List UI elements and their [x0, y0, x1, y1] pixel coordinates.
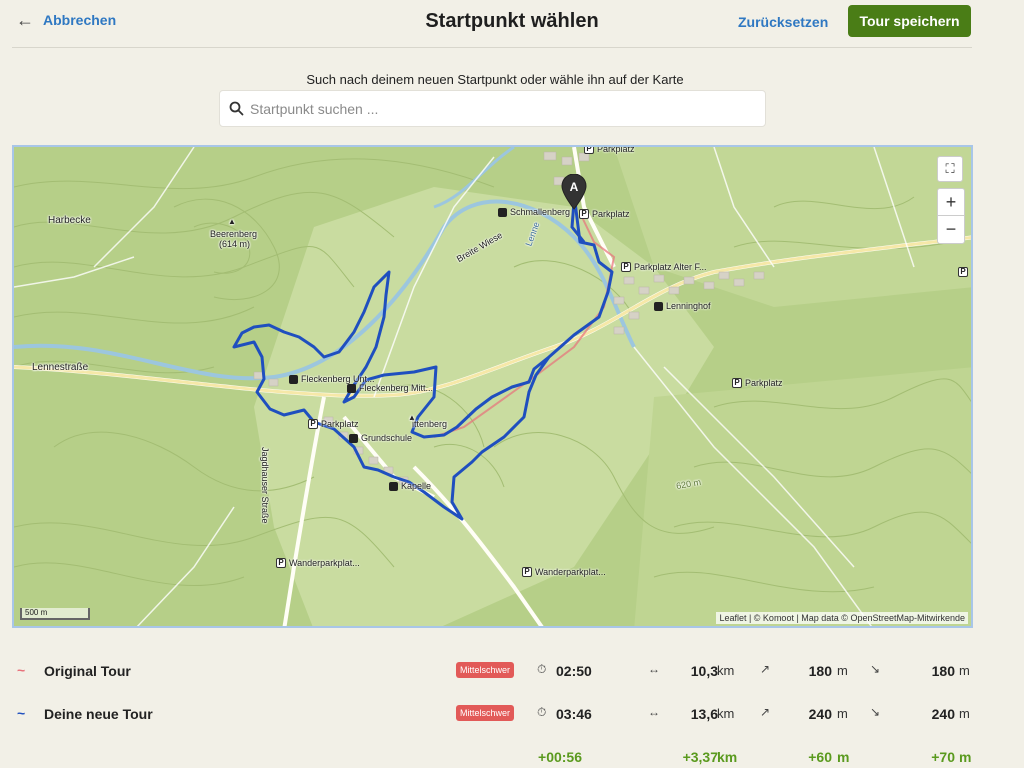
descent-unit: m — [959, 706, 970, 721]
header: ← Abbrechen Startpunkt wählen Zurücksetz… — [0, 0, 1024, 48]
parking-icon: P — [276, 558, 286, 568]
descent-delta: +70 — [931, 749, 955, 765]
bus-stop-icon — [289, 374, 298, 384]
search-instruction: Such nach deinem neuen Startpunkt oder w… — [306, 72, 684, 87]
tour-row-new: ~ Deine neue Tour Mittelschwer ⏱ 03:46 ↔… — [0, 702, 1024, 726]
fullscreen-icon: ⛶ — [945, 161, 955, 176]
ascent-delta: +60 — [808, 749, 832, 765]
map-tiles — [14, 147, 971, 626]
duration-value: 03:46 — [556, 706, 592, 722]
poi-fleckenberg-mitt[interactable]: Fleckenberg Mitt... — [347, 383, 433, 393]
reset-button[interactable]: Zurücksetzen — [738, 14, 828, 30]
distance-value: 13,6 — [690, 706, 718, 722]
map-label-beerenberg-elev: (614 m) — [219, 239, 251, 249]
ascent-value: 240 — [808, 706, 832, 722]
poi-lenninghof[interactable]: Lenninghof — [654, 301, 711, 311]
distance-delta: +3,37 — [682, 749, 718, 765]
zoom-control: + − — [937, 188, 965, 244]
tour-name: Original Tour — [44, 663, 131, 679]
poi-wanderparkplatz-1[interactable]: P Wanderparkplat... — [276, 558, 360, 568]
stopwatch-icon: ⏱ — [537, 662, 547, 676]
poi-schmallenberg[interactable]: Schmallenberg — [498, 207, 570, 217]
arrow-up-right-icon: ↗ — [760, 662, 771, 676]
start-marker-label: A — [570, 180, 579, 194]
map-label-beerenberg: Beerenberg — [210, 229, 258, 239]
poi-parkplatz-alter[interactable]: P Parkplatz Alter F... — [621, 262, 707, 272]
descent-delta-unit: m — [959, 749, 972, 765]
original-tour-line-icon: ~ — [17, 662, 26, 678]
distance-unit: km — [717, 663, 735, 678]
parking-icon: P — [584, 147, 594, 154]
duration-value: 02:50 — [556, 663, 592, 679]
map-label-lennestrasse: Lennestraße — [32, 362, 89, 373]
horizontal-arrows-icon: ↔ — [648, 705, 660, 719]
descent-unit: m — [959, 663, 970, 678]
tour-row-original: ~ Original Tour Mittelschwer ⏱ 02:50 ↔ 1… — [0, 659, 1024, 683]
poi-parkplatz-a[interactable]: P Parkplatz — [579, 209, 630, 219]
ascent-unit: m — [837, 663, 848, 678]
stopwatch-icon: ⏱ — [537, 705, 547, 719]
difficulty-badge: Mittelschwer — [456, 705, 515, 721]
save-tour-button[interactable]: Tour speichern — [848, 5, 971, 37]
bus-stop-icon — [654, 301, 663, 311]
mountain-icon: ▲ — [228, 217, 236, 226]
parking-icon: P — [308, 419, 318, 429]
poi-kapelle[interactable]: Kapelle — [389, 481, 431, 491]
horizontal-arrows-icon: ↔ — [648, 662, 660, 676]
search-box — [219, 90, 766, 127]
arrow-down-right-icon: ↘ — [870, 705, 881, 719]
map-label-mittenberg: ittenberg — [412, 419, 448, 429]
arrow-down-right-icon: ↘ — [870, 662, 881, 676]
bus-stop-icon — [389, 481, 398, 491]
bus-stop-icon — [498, 207, 507, 217]
parking-icon: P — [522, 567, 532, 577]
poi-parkplatz-edge[interactable]: P — [958, 267, 968, 277]
parking-icon: P — [621, 262, 631, 272]
tour-delta-row: +00:56 +3,37 km +60 m +70 m — [0, 745, 1024, 768]
search-icon — [229, 101, 244, 116]
poi-grundschule[interactable]: Grundschule — [349, 433, 412, 443]
zoom-out-button[interactable]: − — [938, 216, 964, 243]
start-point-search-input[interactable] — [220, 91, 765, 126]
bus-stop-icon — [349, 433, 358, 443]
map[interactable]: Harbecke ▲ Beerenberg (614 m) Breite Wie… — [12, 145, 973, 628]
descent-value: 240 — [931, 706, 955, 722]
ascent-delta-unit: m — [837, 749, 850, 765]
poi-wanderparkplatz-2[interactable]: P Wanderparkplat... — [522, 567, 606, 577]
map-label-jagdhauser: Jagdhauser Straße — [260, 447, 270, 524]
distance-value: 10,3 — [690, 663, 718, 679]
ascent-value: 180 — [808, 663, 832, 679]
parking-icon: P — [958, 267, 968, 277]
map-label-harbecke: Harbecke — [48, 215, 91, 226]
parking-icon: P — [579, 209, 589, 219]
ascent-unit: m — [837, 706, 848, 721]
map-scale: 500 m — [20, 608, 90, 620]
parking-icon: P — [732, 378, 742, 388]
distance-unit: km — [717, 706, 735, 721]
difficulty-badge: Mittelschwer — [456, 662, 515, 678]
distance-delta-unit: km — [717, 749, 738, 765]
zoom-in-button[interactable]: + — [938, 189, 964, 216]
poi-parkplatz-top[interactable]: P Parkplatz — [584, 147, 635, 154]
arrow-up-right-icon: ↗ — [760, 705, 771, 719]
bus-stop-icon — [347, 383, 356, 393]
poi-parkplatz-left[interactable]: P Parkplatz — [308, 419, 359, 429]
fullscreen-button[interactable]: ⛶ — [937, 156, 963, 182]
descent-value: 180 — [931, 663, 955, 679]
new-tour-line-icon: ~ — [17, 705, 26, 721]
duration-delta: +00:56 — [538, 749, 582, 765]
map-attribution[interactable]: Leaflet | © Komoot | Map data © OpenStre… — [716, 612, 968, 624]
poi-parkplatz-right[interactable]: P Parkplatz — [732, 378, 783, 388]
tour-name: Deine neue Tour — [44, 706, 153, 722]
start-marker-icon[interactable]: A — [561, 174, 587, 210]
header-divider — [12, 47, 972, 48]
